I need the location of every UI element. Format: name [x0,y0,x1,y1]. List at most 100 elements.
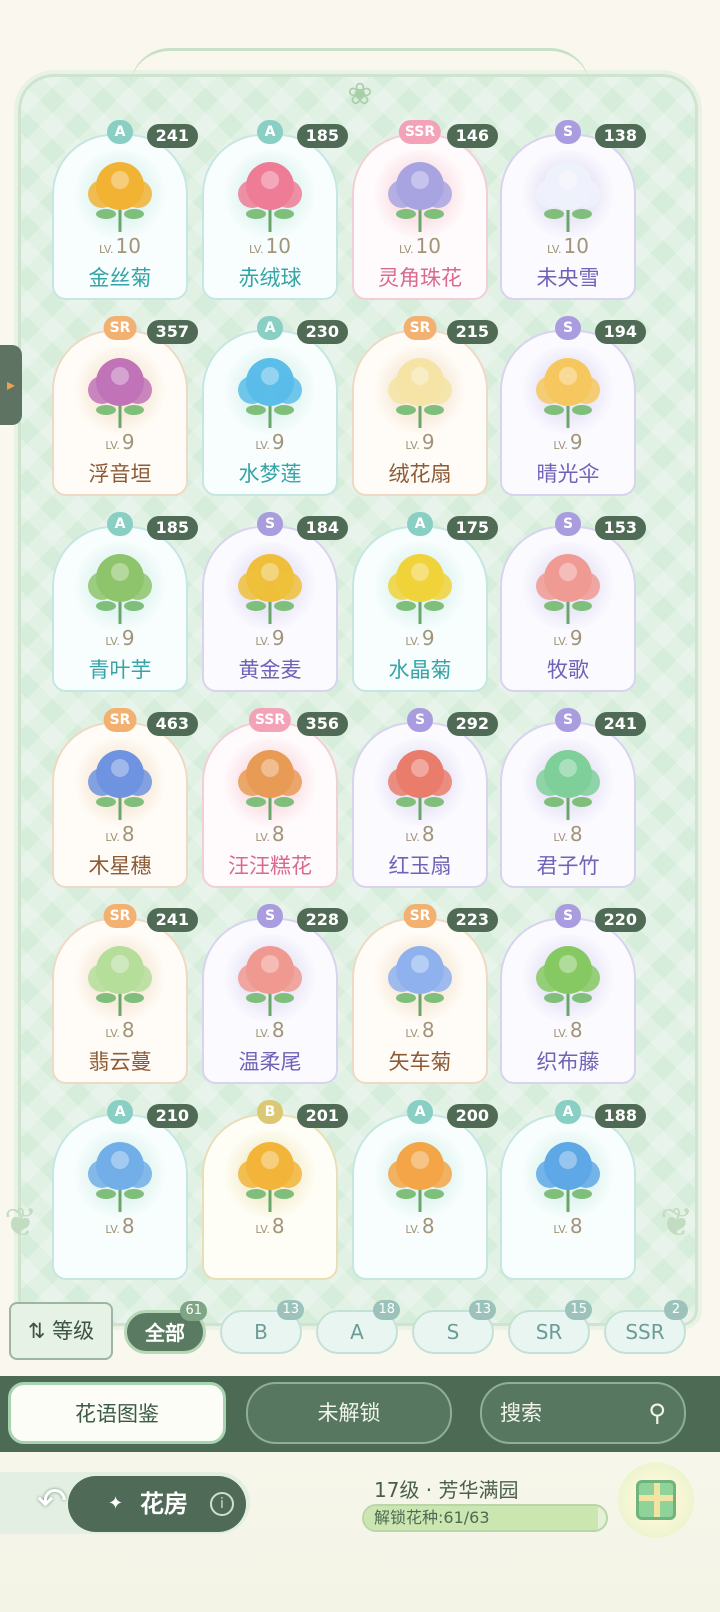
flower-illustration-icon [536,1142,600,1212]
flower-illustration-icon [238,1142,302,1212]
flower-card[interactable]: S 220 LV. 8 织布藤 [500,904,646,1084]
flower-name: 未央雪 [536,266,600,290]
seed-count-badge: 194 [594,320,646,344]
level-value: 8 [271,1018,285,1042]
flower-card[interactable]: A 241 LV. 10 金丝菊 [52,120,198,300]
flower-name: 矢车菊 [388,1050,452,1074]
level-prefix: LV. [553,1223,568,1236]
level-prefix: LV. [105,831,120,844]
flower-level: LV. 8 [352,822,488,846]
flower-level: LV. 8 [202,1214,338,1238]
room-button[interactable]: ✦ 花房 i [68,1476,246,1532]
flower-level: LV. 8 [500,822,636,846]
flower-level: LV. 9 [52,626,188,650]
seed-count-badge: 220 [594,908,646,932]
rarity-badge: A [107,512,133,536]
flower-illustration-icon [536,750,600,820]
flower-card[interactable]: S 292 LV. 8 红玉扇 [352,708,498,888]
gift-button[interactable] [618,1462,694,1538]
level-prefix: LV. [255,635,270,648]
level-prefix: LV. [255,439,270,452]
seed-count-badge: 185 [296,124,348,148]
level-value: 8 [569,1214,583,1238]
filter-chip[interactable]: A 18 [316,1300,400,1354]
flower-illustration-icon [88,750,152,820]
search-button[interactable]: 搜索 ⚲ [480,1382,686,1444]
flower-name: 灵角珠花 [378,266,462,290]
filter-chip-label: SR [535,1320,563,1344]
level-value: 9 [271,430,285,454]
level-prefix: LV. [553,1027,568,1040]
flower-card[interactable]: SSR 356 LV. 8 汪汪糕花 [202,708,348,888]
flower-card[interactable]: A 210 LV. 8 [52,1100,198,1280]
tab-catalog[interactable]: 花语图鉴 [8,1382,226,1444]
filter-chip-label: B [254,1320,268,1344]
level-prefix: LV. [405,439,420,452]
flower-card[interactable]: SSR 146 LV. 10 灵角珠花 [352,120,498,300]
filter-chip[interactable]: S 13 [412,1300,496,1354]
flower-card[interactable]: S 153 LV. 9 牧歌 [500,512,646,692]
flower-card[interactable]: A 175 LV. 9 水晶菊 [352,512,498,692]
flower-card[interactable]: SR 223 LV. 8 矢车菊 [352,904,498,1084]
flower-name: 翡云蔓 [88,1050,152,1074]
flower-illustration-icon [536,162,600,232]
level-prefix: LV. [255,1027,270,1040]
level-prefix: LV. [105,635,120,648]
rarity-badge: SR [103,708,137,732]
filter-chip[interactable]: SSR 2 [604,1300,688,1354]
flower-card[interactable]: SR 357 LV. 9 浮音垣 [52,316,198,496]
seed-count-badge: 185 [146,516,198,540]
flower-name: 赤绒球 [238,266,302,290]
flower-card[interactable]: SR 463 LV. 8 木星穗 [52,708,198,888]
tab-locked[interactable]: 未解锁 [246,1382,452,1444]
level-prefix: LV. [553,831,568,844]
filter-chip[interactable]: B 13 [220,1300,304,1354]
filter-chip-count: 13 [469,1300,496,1320]
flower-card[interactable]: SR 241 LV. 8 翡云蔓 [52,904,198,1084]
flower-illustration-icon [238,946,302,1016]
flower-level: LV. 9 [202,430,338,454]
level-prefix: LV. [553,439,568,452]
flower-card[interactable]: A 188 LV. 8 [500,1100,646,1280]
flower-card[interactable]: S 228 LV. 8 温柔尾 [202,904,348,1084]
level-prefix: LV. [99,243,114,256]
level-value: 9 [121,626,135,650]
level-value: 10 [415,234,441,258]
filter-chip[interactable]: 全部 61 [124,1301,207,1354]
level-prefix: LV. [405,635,420,648]
level-value: 9 [569,430,583,454]
flower-level: LV. 9 [52,430,188,454]
level-value: 8 [121,1214,135,1238]
flower-card[interactable]: A 200 LV. 8 [352,1100,498,1280]
filter-chip-count: 18 [373,1300,400,1320]
rarity-badge: S [407,708,433,732]
flower-card[interactable]: A 185 LV. 9 青叶芋 [52,512,198,692]
flower-card[interactable]: A 230 LV. 9 水梦莲 [202,316,348,496]
flower-card[interactable]: S 138 LV. 10 未央雪 [500,120,646,300]
flower-card[interactable]: B 201 LV. 8 [202,1100,348,1280]
filter-chip[interactable]: SR 15 [508,1300,592,1354]
filter-chip-count: 13 [277,1300,304,1320]
level-value: 8 [569,822,583,846]
flower-card[interactable]: A 185 LV. 10 赤绒球 [202,120,348,300]
sort-by-level-button[interactable]: ⇅ 等级 [9,1302,113,1360]
level-value: 8 [421,1214,435,1238]
flower-card[interactable]: S 241 LV. 8 君子竹 [500,708,646,888]
filter-chip-count: 15 [565,1300,592,1320]
seed-count-badge: 200 [446,1104,498,1128]
flower-level: LV. 9 [352,430,488,454]
seed-count-badge: 356 [296,712,348,736]
info-icon[interactable]: i [210,1492,234,1516]
flower-card[interactable]: S 194 LV. 9 晴光伞 [500,316,646,496]
flower-name: 织布藤 [536,1050,600,1074]
flower-level: LV. 8 [52,1214,188,1238]
filter-chip-count: 61 [180,1301,207,1321]
rarity-badge: A [107,120,133,144]
level-prefix: LV. [105,439,120,452]
flower-illustration-icon [388,946,452,1016]
flower-name: 牧歌 [547,658,589,682]
rarity-badge: S [555,904,581,928]
flower-illustration-icon [238,554,302,624]
flower-card[interactable]: SR 215 LV. 9 绒花扇 [352,316,498,496]
flower-card[interactable]: S 184 LV. 9 黄金麦 [202,512,348,692]
